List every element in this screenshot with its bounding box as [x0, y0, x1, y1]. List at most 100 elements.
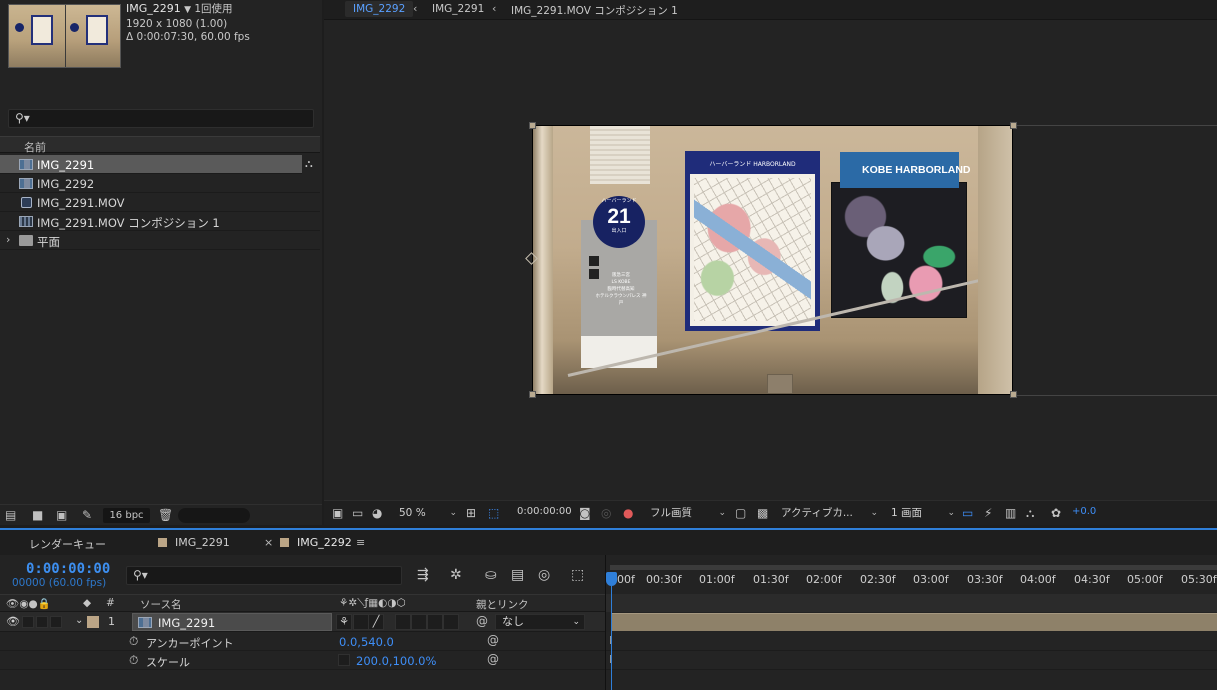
time-ruler[interactable]: 00f 00:30f 01:00f 01:30f 02:00f 02:30f 0…	[606, 565, 1217, 589]
adjust-icon[interactable]: ✎	[82, 508, 92, 522]
trash-icon[interactable]: 🗑	[158, 508, 173, 522]
snapshot-icon[interactable]: ◙	[579, 506, 591, 520]
flowchart-icon[interactable]: ⛬	[1026, 506, 1034, 521]
tab-img-2291[interactable]: IMG_2291	[158, 536, 230, 549]
pick-whip-icon[interactable]: @	[487, 633, 499, 647]
audio-toggle[interactable]	[22, 616, 34, 628]
channel-icon[interactable]: ●	[623, 506, 633, 520]
constrain-proportions-toggle[interactable]	[338, 654, 350, 666]
effects-switch[interactable]	[395, 614, 411, 630]
toggle-transparency-icon[interactable]: ▩	[757, 506, 768, 520]
current-time-field[interactable]: 0:00:00:00	[517, 506, 572, 517]
project-search-input[interactable]: ⚲▾	[8, 109, 314, 128]
always-preview-icon[interactable]: ▣	[332, 506, 343, 520]
solo-toggle[interactable]	[36, 616, 48, 628]
collapse-switch[interactable]	[353, 614, 369, 630]
stopwatch-icon[interactable]: ⏱	[129, 634, 138, 649]
monitor-icon[interactable]: ▭	[352, 506, 363, 520]
project-item-composition[interactable]: IMG_2291.MOV コンポジション 1	[0, 212, 320, 231]
transform-handle-br[interactable]	[1010, 391, 1017, 398]
chevron-down-icon[interactable]: ⌄	[75, 615, 83, 626]
mask-icon[interactable]: ◕	[372, 506, 382, 520]
composition-flowchart-icon[interactable]: ⇶	[417, 567, 429, 583]
lock-toggle[interactable]	[50, 616, 62, 628]
footage-frame[interactable]: 阪急三宮 LS KOBE 臨時代替高知 ホテルクラウンパレス 神戸 ハーバーラン…	[532, 125, 1013, 395]
label-color-swatch[interactable]	[87, 616, 99, 628]
property-anchor-point[interactable]: ⏱ アンカーポイント 0.0,540.0 @	[0, 632, 605, 651]
chevron-down-icon[interactable]: ▼	[184, 5, 191, 15]
frame-blending-icon[interactable]: ▤	[511, 567, 524, 583]
playhead-handle[interactable]	[606, 572, 617, 586]
exposure-value[interactable]: +0.0	[1072, 506, 1096, 517]
shy-switch[interactable]: ⚘	[336, 614, 352, 630]
project-item-label: IMG_2291.MOV コンポジション 1	[37, 216, 220, 230]
work-area-bar[interactable]	[610, 565, 1217, 570]
timeline-search-input[interactable]: ⚲▾	[126, 566, 402, 585]
eye-icon[interactable]: 👁	[6, 615, 20, 628]
views-dropdown[interactable]: 1 画面 ⌄	[891, 505, 955, 522]
motion-blur-switch[interactable]	[427, 614, 443, 630]
tab-render-queue[interactable]: レンダーキュー	[29, 536, 106, 552]
show-snapshot-icon[interactable]: ◎	[601, 506, 611, 520]
interpret-footage-icon[interactable]: ▤	[5, 508, 16, 522]
close-icon[interactable]: ×	[264, 536, 273, 549]
project-item-folder-solids[interactable]: › 平面	[0, 231, 320, 250]
project-item-img-2291[interactable]: IMG_2291	[0, 155, 302, 174]
property-value[interactable]: 200.0,100.0%	[356, 654, 436, 668]
pixel-aspect-icon[interactable]: ▭	[962, 506, 973, 520]
tab-img-2292[interactable]: IMG_2292	[280, 536, 352, 549]
parent-dropdown[interactable]: なし ⌄	[495, 614, 585, 630]
frame-blend-switch[interactable]	[411, 614, 427, 630]
project-item-img-2292[interactable]: IMG_2292	[0, 174, 320, 193]
breadcrumb-img-2292[interactable]: IMG_2292	[345, 1, 414, 17]
breadcrumb-composition[interactable]: IMG_2291.MOV コンポジション 1	[511, 3, 678, 18]
reset-exposure-icon[interactable]: ✿	[1051, 506, 1061, 520]
stopwatch-icon[interactable]: ⏱	[129, 653, 138, 668]
transparency-grid-icon[interactable]: ⬚	[488, 506, 499, 520]
layer-duration-bar[interactable]	[612, 613, 1217, 631]
thumbnail-size-slider[interactable]	[178, 508, 250, 523]
new-folder-icon[interactable]: ■	[32, 508, 43, 522]
resolution-dropdown[interactable]: フル画質 ⌄	[650, 505, 726, 522]
camera-dropdown[interactable]: アクティブカ... ⌄	[781, 505, 878, 522]
transform-handle-tr[interactable]	[1010, 122, 1017, 129]
photo-vent	[590, 126, 650, 184]
breadcrumb-img-2291[interactable]: IMG_2291	[432, 3, 484, 15]
quality-switch[interactable]: ╱	[368, 614, 384, 630]
property-name: アンカーポイント	[146, 637, 234, 650]
zoom-dropdown[interactable]: 50 % ⌄	[399, 505, 457, 522]
property-scale[interactable]: ⏱ スケール 200.0,100.0% @	[0, 651, 605, 670]
composition-canvas[interactable]: 阪急三宮 LS KOBE 臨時代替高知 ホテルクラウンパレス 神戸 ハーバーラン…	[324, 21, 1217, 499]
label-column-icon[interactable]: ◆	[83, 597, 91, 609]
flowchart-icon[interactable]: ⛬	[305, 157, 313, 171]
draft-3d-icon[interactable]: ✲	[450, 567, 462, 583]
region-of-interest-icon[interactable]: ▢	[735, 506, 746, 520]
safe-margins-icon[interactable]: ⊞	[466, 506, 476, 520]
chevron-right-icon[interactable]: ›	[6, 233, 10, 246]
transform-handle-bl[interactable]	[529, 391, 536, 398]
transform-handle-tl[interactable]	[529, 122, 536, 129]
av-switch-icons: 👁◉●🔒	[6, 598, 51, 610]
pick-whip-icon[interactable]: @	[487, 652, 499, 666]
project-item-mov[interactable]: IMG_2291.MOV	[0, 193, 320, 212]
property-value[interactable]: 0.0,540.0	[339, 635, 394, 649]
adjustment-switch[interactable]	[443, 614, 459, 630]
shy-layers-icon[interactable]: ⛀	[485, 567, 497, 583]
pick-whip-icon[interactable]: @	[476, 614, 488, 628]
fast-preview-icon[interactable]: ⚡	[984, 506, 992, 520]
timeline-icon[interactable]: ▥	[1005, 506, 1016, 520]
column-header-name[interactable]: 名前	[0, 136, 320, 154]
chevron-down-icon: ⌄	[947, 508, 955, 518]
source-name-header[interactable]: ソース名	[140, 597, 181, 612]
new-composition-icon[interactable]: ▣	[56, 508, 67, 522]
layer-row[interactable]: 👁 ⌄ 1 IMG_2291 ⚘ ╱ @ なし ⌄	[0, 612, 605, 632]
graph-editor-icon[interactable]: ⬚	[571, 567, 584, 583]
layer-name-field[interactable]: IMG_2291	[132, 613, 332, 631]
current-timecode[interactable]: 0:00:00:00	[26, 561, 110, 577]
folder-icon	[19, 235, 33, 246]
panel-menu-icon[interactable]: ≡	[356, 536, 365, 549]
search-icon: ⚲▾	[133, 568, 148, 582]
motion-blur-icon[interactable]: ◎	[538, 567, 550, 583]
column-name-label: 名前	[24, 141, 46, 154]
bit-depth-button[interactable]: 16 bpc	[103, 508, 150, 523]
